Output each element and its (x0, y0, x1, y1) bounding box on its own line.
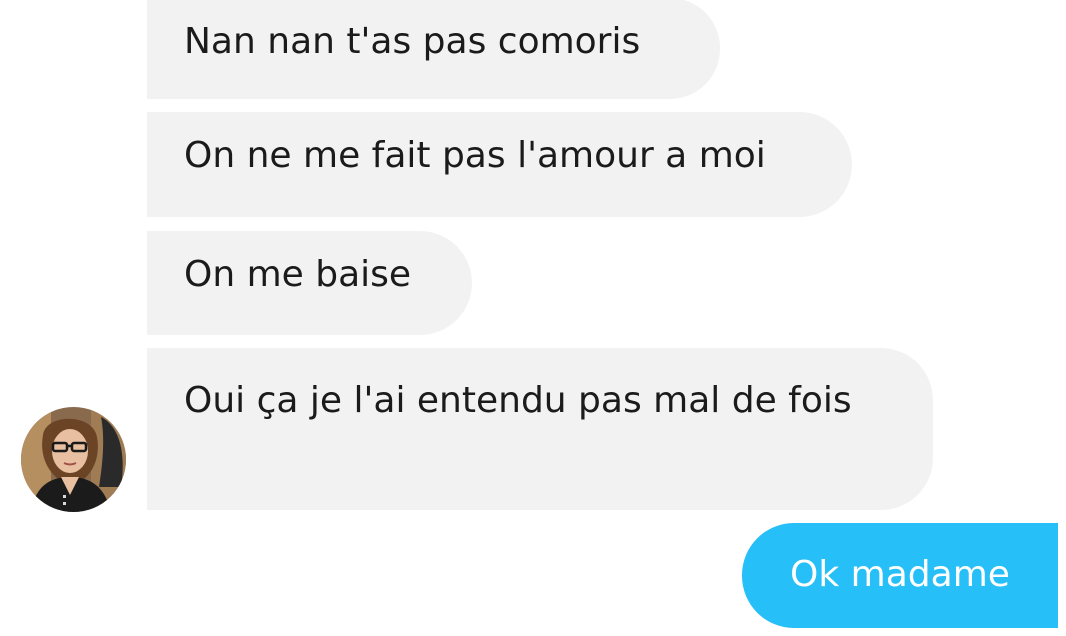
outgoing-message-bubble[interactable]: Ok madame (742, 523, 1058, 628)
message-text: On me baise (184, 254, 412, 295)
contact-avatar[interactable] (21, 407, 126, 512)
message-text: Oui ça je l'ai entendu pas mal de fois (184, 380, 852, 421)
avatar-photo-icon (21, 407, 126, 512)
incoming-message-bubble[interactable]: On me baise (147, 231, 472, 335)
message-text: Nan nan t'as pas comoris (184, 21, 641, 62)
message-text: On ne me fait pas l'amour a moi (184, 135, 766, 176)
message-text: Ok madame (790, 554, 1010, 595)
incoming-message-bubble[interactable]: Oui ça je l'ai entendu pas mal de fois (147, 348, 933, 510)
incoming-message-bubble[interactable]: On ne me fait pas l'amour a moi (147, 112, 852, 217)
incoming-message-bubble[interactable]: Nan nan t'as pas comoris (147, 0, 720, 99)
